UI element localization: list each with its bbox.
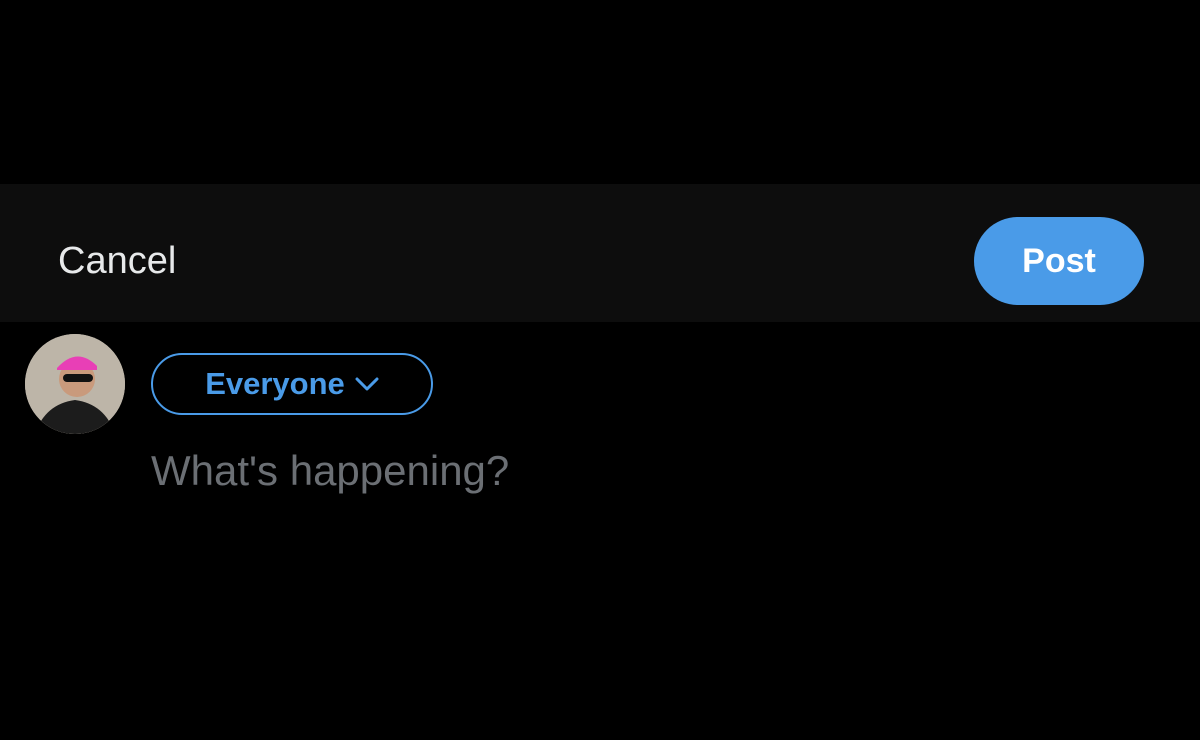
- post-button[interactable]: Post: [974, 217, 1144, 305]
- audience-selector[interactable]: Everyone: [151, 353, 433, 415]
- audience-label: Everyone: [205, 366, 345, 401]
- status-area: [0, 0, 1200, 184]
- avatar-image: [25, 334, 125, 434]
- cancel-button[interactable]: Cancel: [58, 240, 176, 283]
- chevron-down-icon: [355, 377, 379, 391]
- compose-text-area[interactable]: What's happening?: [151, 440, 1161, 502]
- avatar[interactable]: [25, 334, 125, 434]
- compose-placeholder: What's happening?: [151, 447, 510, 494]
